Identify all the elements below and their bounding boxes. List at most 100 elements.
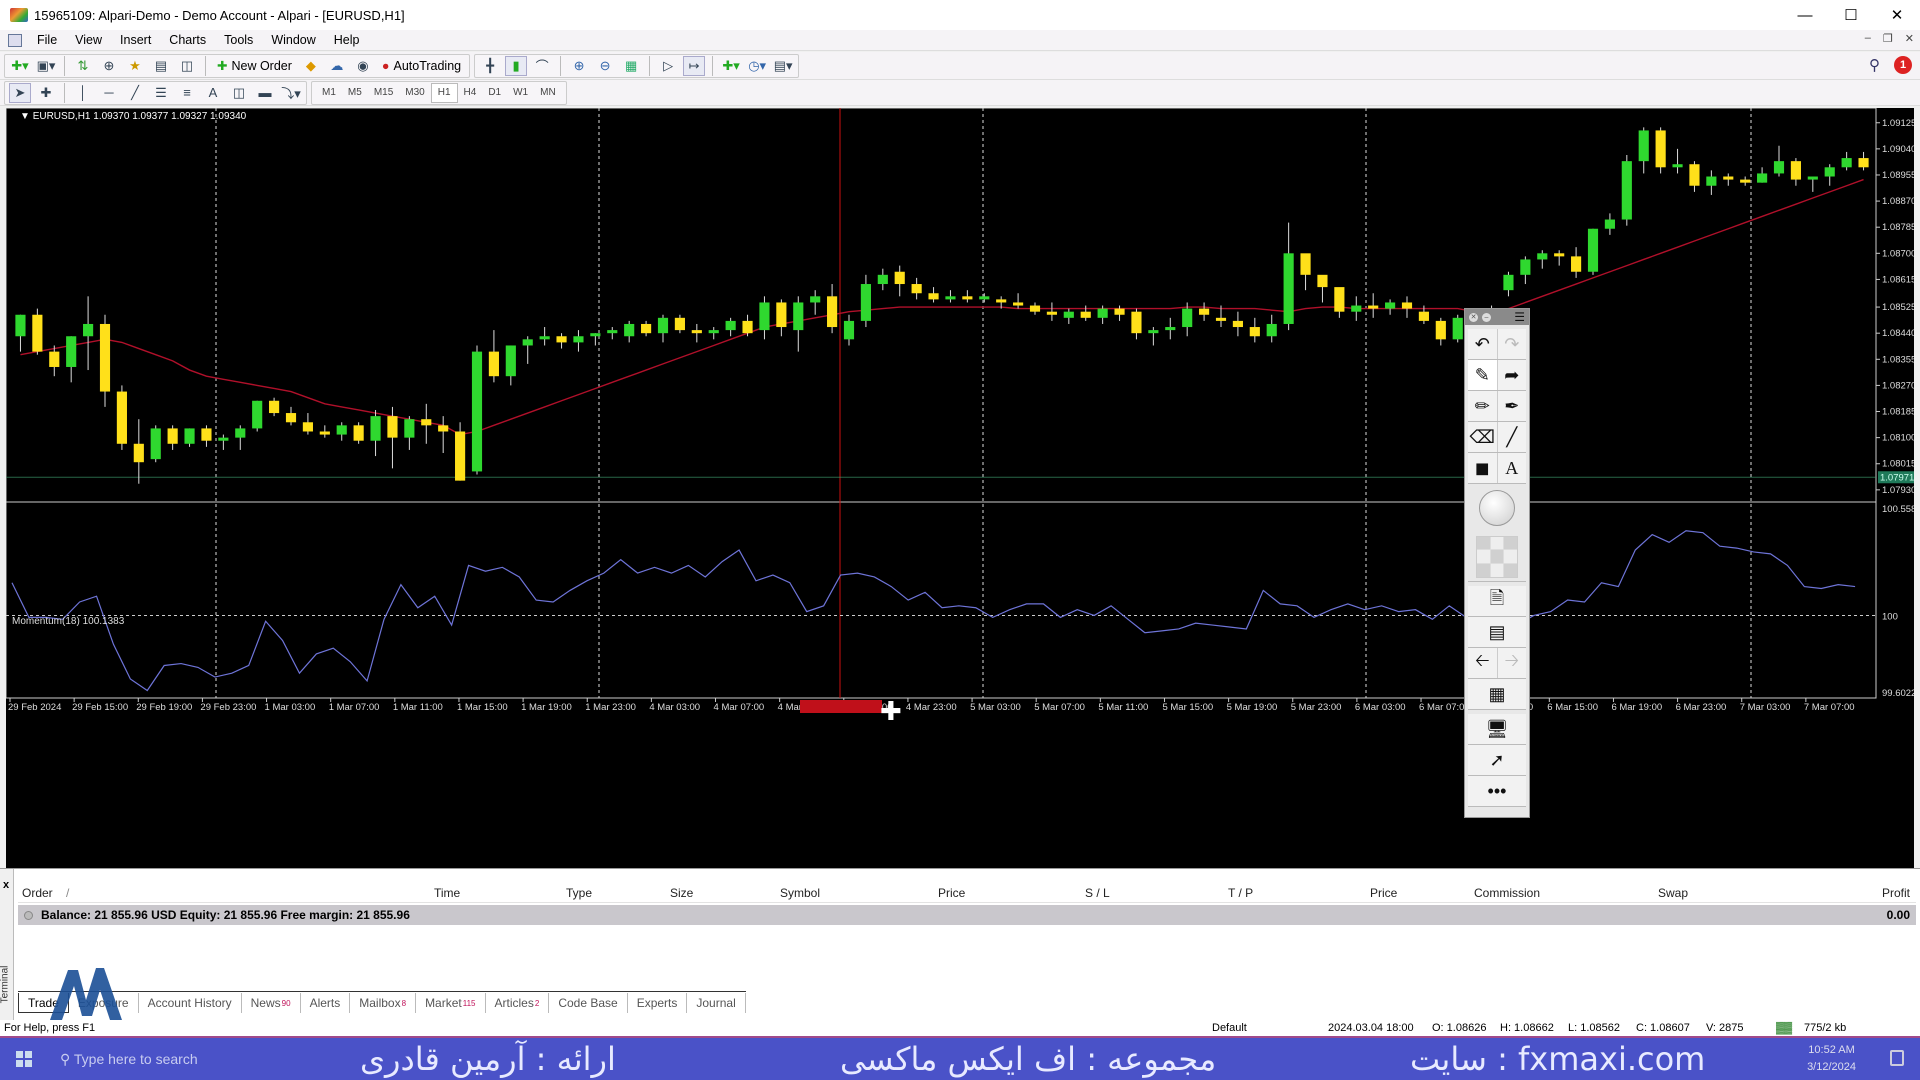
- arrows-icon[interactable]: ⤵▾: [280, 83, 302, 103]
- metaeditor-icon[interactable]: ◆: [300, 56, 322, 76]
- tile-windows-icon[interactable]: ▦: [620, 56, 642, 76]
- tab-news[interactable]: News 90: [242, 993, 301, 1013]
- col-tp[interactable]: T / P: [1228, 886, 1253, 900]
- timeframe-h1[interactable]: H1: [430, 82, 458, 103]
- menu-charts[interactable]: Charts: [160, 33, 215, 47]
- menu-window[interactable]: Window: [262, 33, 324, 47]
- new-page-icon[interactable]: 🗎: [1468, 586, 1526, 616]
- taskbar-search[interactable]: ⚲ Type here to search: [60, 1051, 198, 1068]
- status-profile[interactable]: Default: [1212, 1022, 1247, 1034]
- layout-icon[interactable]: ▦: [1468, 679, 1526, 709]
- undo-icon[interactable]: ↶: [1468, 329, 1498, 359]
- menu-tools[interactable]: Tools: [215, 33, 262, 47]
- zoom-in-icon[interactable]: ⊕: [568, 56, 590, 76]
- palette-menu-icon[interactable]: ☰: [1514, 311, 1525, 323]
- close-button[interactable]: ✕: [1874, 0, 1920, 30]
- timeframe-m1[interactable]: M1: [316, 83, 342, 103]
- search-icon[interactable]: ⚲: [1869, 56, 1880, 74]
- templates-icon[interactable]: ▤▾: [772, 56, 794, 76]
- palette-close-icon[interactable]: ✕: [1469, 312, 1478, 322]
- mouse-icon[interactable]: ✎: [1468, 360, 1498, 390]
- col-symbol[interactable]: Symbol: [780, 886, 820, 900]
- col-profit[interactable]: Profit: [1882, 886, 1910, 900]
- bar-chart-icon[interactable]: ╋: [479, 56, 501, 76]
- palette-minimize-icon[interactable]: –: [1482, 312, 1491, 322]
- cursor-icon[interactable]: ➤: [9, 82, 31, 103]
- timeframe-w1[interactable]: W1: [507, 83, 534, 103]
- autoscroll-icon[interactable]: ▷: [657, 56, 679, 76]
- tab-experts[interactable]: Experts: [628, 993, 688, 1013]
- notification-badge[interactable]: 1: [1894, 56, 1912, 74]
- chart-shift-icon[interactable]: ↦: [683, 55, 706, 76]
- text-icon[interactable]: A: [202, 83, 224, 103]
- timeframe-m5[interactable]: M5: [342, 83, 368, 103]
- col-price[interactable]: Price: [938, 886, 965, 900]
- action-center-icon[interactable]: [1890, 1050, 1904, 1066]
- taskbar-clock[interactable]: 10:52 AM 3/12/2024: [1807, 1042, 1856, 1076]
- timeframe-m30[interactable]: M30: [399, 83, 430, 103]
- timeframe-mn[interactable]: MN: [534, 83, 562, 103]
- back-icon[interactable]: 🡠: [1468, 648, 1498, 678]
- zoom-out-icon[interactable]: ⊖: [594, 56, 616, 76]
- price-chart[interactable]: 1.09125 1.09040 1.08955 1.08870 1.08785 1.087…: [5, 107, 1920, 868]
- timeframe-m15[interactable]: M15: [368, 83, 399, 103]
- rectangle-icon[interactable]: ▬: [254, 83, 276, 103]
- candlestick-chart-icon[interactable]: ▮: [505, 55, 528, 76]
- fibonacci-icon[interactable]: ≡: [176, 83, 198, 103]
- signals-icon[interactable]: ◉: [352, 56, 374, 76]
- col-swap[interactable]: Swap: [1658, 886, 1688, 900]
- tab-journal[interactable]: Journal: [687, 993, 746, 1013]
- tab-code-base[interactable]: Code Base: [549, 993, 628, 1013]
- chart-minimize-button[interactable]: –: [1865, 32, 1871, 45]
- shapes-icon[interactable]: ◼: [1468, 453, 1498, 483]
- timeframe-d1[interactable]: D1: [482, 83, 507, 103]
- redo-icon[interactable]: ↷: [1497, 329, 1526, 359]
- menu-help[interactable]: Help: [325, 33, 369, 47]
- minimize-button[interactable]: —: [1782, 0, 1828, 30]
- autotrading-button[interactable]: ● AutoTrading: [378, 56, 465, 76]
- profiles-icon[interactable]: ▣▾: [35, 56, 57, 76]
- data-window-icon[interactable]: ⊕: [98, 56, 120, 76]
- tab-account-history[interactable]: Account History: [139, 993, 242, 1013]
- forward-icon[interactable]: 🡢: [1497, 648, 1526, 678]
- timeframe-h4[interactable]: H4: [458, 83, 483, 103]
- chart-close-button[interactable]: ✕: [1905, 32, 1914, 45]
- line-tool-icon[interactable]: ╱: [1497, 422, 1526, 452]
- text-label-icon[interactable]: ◫: [228, 83, 250, 103]
- eraser-icon[interactable]: ⌫: [1468, 422, 1498, 452]
- col-commission[interactable]: Commission: [1474, 886, 1540, 900]
- col-order[interactable]: Order: [22, 886, 53, 900]
- menu-insert[interactable]: Insert: [111, 33, 160, 47]
- menu-view[interactable]: View: [66, 33, 111, 47]
- crosshair-icon[interactable]: ✚: [35, 83, 57, 103]
- screen-icon[interactable]: 🖥: [1468, 714, 1526, 744]
- pen-icon[interactable]: ✏: [1468, 391, 1498, 421]
- more-icon[interactable]: •••: [1468, 776, 1526, 806]
- terminal-icon[interactable]: ▤: [150, 56, 172, 76]
- tab-market[interactable]: Market 115: [416, 993, 486, 1013]
- line-chart-icon[interactable]: ⌒: [531, 56, 553, 76]
- trendline-icon[interactable]: ╱: [124, 83, 146, 103]
- indicators-icon[interactable]: ✚▾: [720, 56, 742, 76]
- chart-window-icon[interactable]: [8, 33, 22, 47]
- windows-start-icon[interactable]: [16, 1051, 32, 1067]
- text-tool-icon[interactable]: A: [1497, 453, 1526, 483]
- menu-file[interactable]: File: [28, 33, 66, 47]
- new-chart-icon[interactable]: ✚▾: [9, 56, 31, 76]
- terminal-close-button[interactable]: x: [3, 879, 9, 891]
- new-order-button[interactable]: ✚ New Order: [213, 56, 296, 76]
- share-icon[interactable]: ➚: [1468, 745, 1526, 775]
- col-type[interactable]: Type: [566, 886, 592, 900]
- strategy-tester-icon[interactable]: ◫: [176, 56, 198, 76]
- grid-icon[interactable]: [1468, 532, 1526, 582]
- chart-window[interactable]: 1.09125 1.09040 1.08955 1.08870 1.08785 1.087…: [5, 107, 1920, 868]
- horizontal-line-icon[interactable]: ─: [98, 83, 120, 103]
- chart-restore-button[interactable]: ❐: [1883, 32, 1893, 45]
- col-price-current[interactable]: Price: [1370, 886, 1397, 900]
- maximize-button[interactable]: ☐: [1828, 0, 1874, 30]
- market-watch-icon[interactable]: ⇅: [72, 56, 94, 76]
- tab-mailbox[interactable]: Mailbox 8: [350, 993, 417, 1013]
- col-sl[interactable]: S / L: [1085, 886, 1110, 900]
- select-arrow-icon[interactable]: ➦: [1497, 360, 1526, 390]
- vps-icon[interactable]: ☁: [326, 56, 348, 76]
